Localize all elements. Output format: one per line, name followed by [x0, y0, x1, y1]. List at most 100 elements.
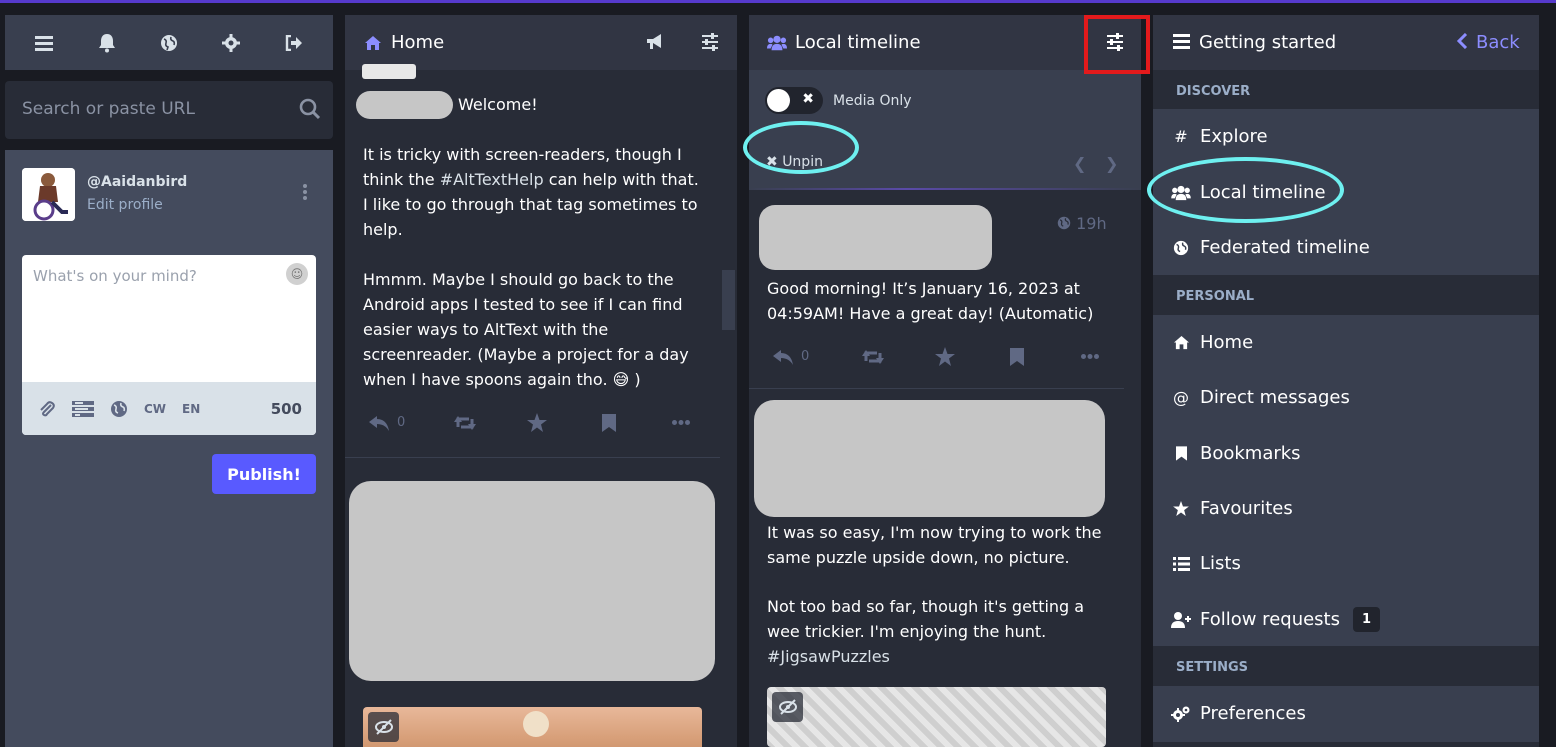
post-timestamp[interactable]: 19h: [1057, 214, 1107, 233]
hashtag-link[interactable]: #AltTextHelp: [440, 170, 544, 189]
column-settings-icon[interactable]: [701, 33, 719, 55]
boost-icon[interactable]: [453, 415, 477, 431]
menu-icon[interactable]: [30, 29, 58, 57]
follow-requests-count-badge: 1: [1352, 607, 1381, 632]
bookmark-icon: [1171, 444, 1191, 464]
search-placeholder: Search or paste URL: [22, 99, 195, 119]
emoji-picker-icon[interactable]: ☺: [286, 263, 308, 285]
globe-icon[interactable]: [155, 29, 183, 57]
reply-button[interactable]: 0: [772, 348, 809, 366]
section-heading-settings: SETTINGS: [1153, 646, 1539, 686]
section-heading-personal: PERSONAL: [1153, 275, 1539, 315]
hashtag-link[interactable]: #JigsawPuzzles: [767, 644, 890, 669]
logout-icon[interactable]: [280, 29, 308, 57]
scrollbar[interactable]: [720, 70, 737, 747]
publish-button[interactable]: Publish!: [212, 454, 316, 494]
media-only-toggle[interactable]: ✖: [765, 87, 823, 114]
more-horizontal-icon[interactable]: [672, 420, 691, 425]
globe-icon[interactable]: [110, 400, 128, 418]
star-icon: [1171, 499, 1191, 519]
status-action-bar: 0: [772, 347, 1100, 366]
status-lead-text: Welcome!: [458, 95, 538, 114]
search-box[interactable]: Search or paste URL: [5, 81, 333, 139]
redacted-mention: [356, 91, 453, 119]
annotation-highlight-box: [1084, 15, 1150, 74]
nav-item-lists[interactable]: Lists: [1153, 536, 1539, 591]
eye-slash-icon[interactable]: [368, 712, 399, 742]
divider: [1153, 742, 1539, 747]
profile-handle[interactable]: @Aaidanbird: [87, 174, 187, 190]
redacted-account: [759, 205, 992, 270]
getting-started-header: Getting started Back: [1153, 15, 1539, 70]
divider: [345, 457, 720, 458]
favourite-star-icon[interactable]: [527, 413, 548, 432]
nav-item-bookmarks[interactable]: Bookmarks: [1153, 426, 1539, 481]
gears-icon: [1171, 704, 1191, 724]
search-icon[interactable]: [299, 98, 323, 122]
reply-button[interactable]: 0: [368, 414, 405, 432]
edit-profile-link[interactable]: Edit profile: [87, 197, 163, 213]
status-post: Welcome! It is tricky with screen-reader…: [345, 70, 720, 470]
local-column-header[interactable]: Local timeline: [749, 15, 1141, 70]
getting-started-column: Getting started Back DISCOVER # Explore …: [1153, 15, 1539, 747]
back-button[interactable]: Back: [1456, 32, 1520, 53]
compose-column: Search or paste URL @Aaidanbird Edit pro…: [5, 15, 333, 747]
compose-form: What's on your mind? ☺ CW EN 500: [22, 255, 316, 435]
nav-item-follow-requests[interactable]: Follow requests 1: [1153, 592, 1539, 647]
boost-icon[interactable]: [861, 349, 885, 365]
navigation-bar: [5, 15, 333, 70]
compose-panel: @Aaidanbird Edit profile What's on your …: [5, 150, 333, 747]
column-title: Home: [391, 32, 445, 53]
chevron-right-icon[interactable]: ❯: [1105, 154, 1118, 173]
content-warning-button[interactable]: CW: [144, 402, 166, 416]
bookmark-icon[interactable]: [602, 413, 617, 432]
annotation-highlight-ring: [743, 121, 859, 174]
reply-count: 0: [397, 415, 406, 430]
paperclip-icon[interactable]: [38, 400, 56, 418]
nav-item-preferences[interactable]: Preferences: [1153, 686, 1539, 741]
status-text: Good morning! It’s January 16, 2023 at 0…: [767, 279, 1094, 323]
nav-item-favourites[interactable]: Favourites: [1153, 481, 1539, 536]
nav-item-federated-timeline[interactable]: Federated timeline: [1153, 220, 1539, 275]
reply-count: 0: [801, 349, 810, 364]
top-accent-bar: [0, 0, 1556, 3]
redacted-content: [754, 400, 1105, 517]
user-plus-icon: [1171, 610, 1191, 630]
more-options-icon[interactable]: [301, 182, 309, 204]
gear-icon[interactable]: [217, 29, 245, 57]
status-paragraph: Not too bad so far, though it's getting …: [767, 597, 1085, 641]
media-attachment-image[interactable]: [363, 707, 702, 747]
status-paragraph: It is tricky with screen-readers, though…: [363, 145, 699, 239]
eye-slash-icon[interactable]: [772, 692, 803, 722]
favourite-star-icon[interactable]: [935, 347, 956, 366]
language-button[interactable]: EN: [182, 402, 200, 416]
column-title: Getting started: [1199, 32, 1337, 53]
home-icon: [363, 33, 383, 53]
nav-item-home[interactable]: Home: [1153, 315, 1539, 370]
bell-icon[interactable]: [93, 29, 121, 57]
status-paragraph: Hmmm. Maybe I should go back to the Andr…: [363, 270, 689, 389]
home-icon: [1171, 333, 1191, 353]
announcements-icon[interactable]: [645, 33, 665, 55]
at-sign-icon: @: [1173, 388, 1189, 407]
home-timeline: Welcome! It is tricky with screen-reader…: [345, 64, 720, 747]
bookmark-icon[interactable]: [1010, 347, 1025, 366]
users-icon: [767, 33, 787, 53]
media-attachment-image[interactable]: [767, 687, 1106, 747]
section-heading-discover: DISCOVER: [1153, 70, 1539, 109]
avatar[interactable]: [22, 168, 75, 221]
local-timeline: 19h Good morning! It’s January 16, 2023 …: [749, 190, 1124, 747]
hashtag-icon: #: [1174, 127, 1188, 146]
divider: [749, 388, 1124, 389]
chevron-left-icon[interactable]: ❮: [1073, 154, 1086, 173]
scrollbar[interactable]: [1124, 190, 1141, 747]
status-paragraph: It was so easy, I'm now trying to work t…: [767, 523, 1102, 567]
compose-textarea[interactable]: What's on your mind?: [33, 267, 197, 285]
home-column-header[interactable]: Home: [345, 15, 737, 70]
poll-icon[interactable]: [72, 400, 94, 417]
list-icon: [1171, 554, 1191, 574]
more-horizontal-icon[interactable]: [1081, 354, 1100, 359]
media-only-label: Media Only: [833, 93, 912, 109]
nav-item-direct-messages[interactable]: @ Direct messages: [1153, 370, 1539, 425]
nav-item-explore[interactable]: # Explore: [1153, 109, 1539, 164]
